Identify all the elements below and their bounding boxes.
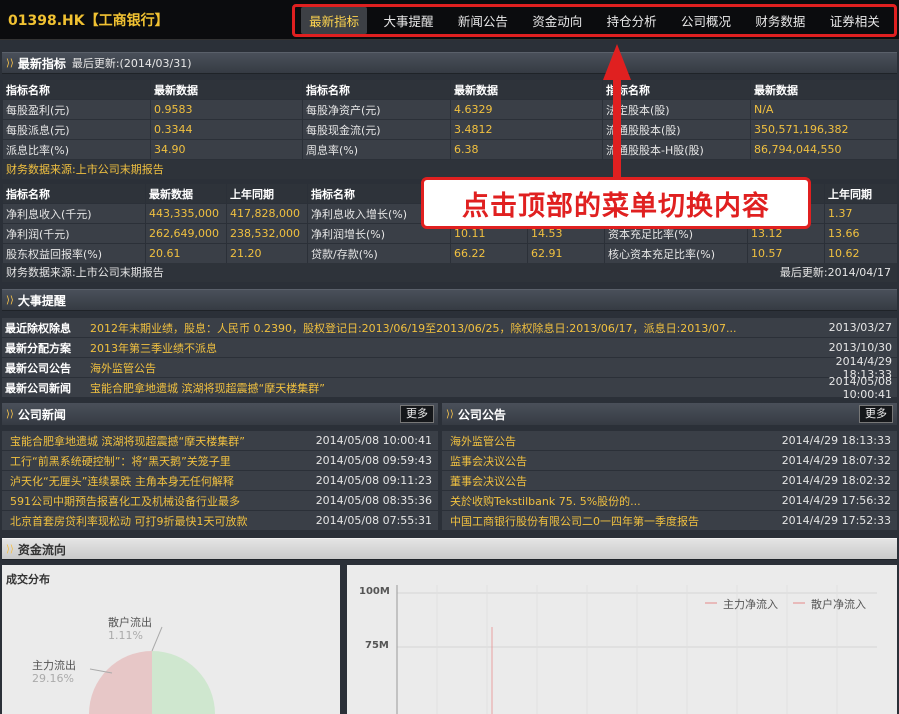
- notice-item[interactable]: 中国工商银行股份有限公司二0一四年第一季度报告 2014/4/29 17:52:3…: [442, 511, 897, 531]
- trade-distribution-panel: 成交分布 散户流出 1.11% 主力流出 29.16%: [2, 565, 340, 714]
- header-bar: 01398.HK【工商银行】 最新指标 大事提醒 新闻公告 资金动向 持仓分析 …: [0, 0, 899, 40]
- section-company-news: ⟩⟩ 公司新闻 更多: [2, 403, 438, 425]
- data-source-note: 财务数据来源:上市公司末期报告: [6, 266, 164, 279]
- news-item[interactable]: 工行“前黑系统硬控制”：将“黑天鹅”关笼子里 2014/05/08 09:59:4…: [2, 451, 438, 471]
- event-row[interactable]: 最新分配方案 2013年第三季业绩不派息 2013/10/30: [2, 338, 897, 358]
- table-row: 每股盈利(元) 0.9583 每股净资产(元) 4.6329 法定股本(股) N/A: [2, 99, 898, 120]
- section-company-notices: ⟩⟩ 公司公告 更多: [442, 403, 897, 425]
- event-row[interactable]: 最新公司新闻 宝能合肥拿地遗城 滨湖将现超震撼“摩天楼集群” 2014/05/08 …: [2, 375, 897, 401]
- news-item[interactable]: 591公司中期预告报喜化工及机械设备行业最多 2014/05/08 08:35:3…: [2, 491, 438, 511]
- y-tick-label: 100M: [359, 586, 390, 597]
- section-title: 大事提醒: [17, 293, 66, 308]
- main-outflow-label: 主力流出: [32, 659, 76, 672]
- label-leader-line: [151, 626, 163, 652]
- news-item[interactable]: 北京首套房贷利率现松动 可打9折最快1天可放款 2014/05/08 07:55:…: [2, 511, 438, 531]
- section-title: 最新指标: [17, 56, 66, 71]
- flow-chart-grid: [396, 585, 877, 714]
- instruction-callout: 点击顶部的菜单切换内容: [421, 177, 811, 229]
- chevron-right-icon: ⟩⟩: [6, 57, 14, 69]
- chevron-right-icon: ⟩⟩: [446, 408, 454, 420]
- notice-item[interactable]: 海外监管公告 2014/4/29 18:13:33: [442, 431, 897, 451]
- event-row[interactable]: 最新公司公告 海外监管公告 2014/4/29 18:13:33: [2, 355, 897, 381]
- menu-company-profile[interactable]: 公司概况: [673, 7, 739, 34]
- news-item[interactable]: 宝能合肥拿地遗城 滨湖将现超震撼“摩天楼集群” 2014/05/08 10:00:…: [2, 431, 438, 451]
- top-menu: 最新指标 大事提醒 新闻公告 资金动向 持仓分析 公司概况 财务数据 证券相关: [292, 4, 897, 37]
- chevron-right-icon: ⟩⟩: [6, 408, 14, 420]
- event-row[interactable]: 最近除权除息 2012年末期业绩，股息：人民币 0.2390，股权登记日:2013…: [2, 318, 897, 338]
- menu-holdings[interactable]: 持仓分析: [599, 7, 665, 34]
- notice-item[interactable]: 关於收购Tekstilbank 75. 5%股份的... 2014/4/29 17…: [442, 491, 897, 511]
- section-latest-indicators: ⟩⟩ 最新指标 最后更新:(2014/03/31): [2, 52, 897, 74]
- menu-securities[interactable]: 证券相关: [822, 7, 888, 34]
- menu-fund-flow[interactable]: 资金动向: [524, 7, 590, 34]
- updated-time: 最后更新:(2014/03/31): [71, 57, 192, 70]
- stock-title: 01398.HK【工商银行】: [8, 13, 169, 29]
- section-fund-flow: ⟩⟩ 资金流向: [2, 538, 897, 560]
- pie-slice-main-outflow: [152, 651, 215, 714]
- main-outflow-pct: 29.16%: [32, 672, 74, 685]
- retail-outflow-label: 散户流出: [108, 616, 152, 629]
- notice-item[interactable]: 董事会决议公告 2014/4/29 18:02:32: [442, 471, 897, 491]
- indicator-table-1: 指标名称 最新数据 指标名称 最新数据 指标名称 最新数据 每股盈利(元) 0.9583 每股…: [2, 79, 898, 160]
- pie-chart: [89, 626, 215, 714]
- pie-slice-retail-outflow: [89, 651, 152, 714]
- table-row: 股东权益回报率(%) 20.61 21.20 贷款/存款(%) 66.22 62.91 核心…: [2, 243, 898, 264]
- menu-news-notices[interactable]: 新闻公告: [450, 7, 516, 34]
- menu-latest-indicators[interactable]: 最新指标: [301, 7, 368, 34]
- section-events: ⟩⟩ 大事提醒: [2, 289, 897, 311]
- notice-item[interactable]: 监事会决议公告 2014/4/29 18:07:32: [442, 451, 897, 471]
- table-header-row: 指标名称 最新数据 指标名称 最新数据 指标名称 最新数据: [2, 79, 898, 100]
- table-row: 派息比率(%) 34.90 周息率(%) 6.38 流通股股本-H股(股) 86,794,…: [2, 139, 898, 160]
- news-more-button[interactable]: 更多: [400, 405, 434, 423]
- menu-events[interactable]: 大事提醒: [376, 7, 442, 34]
- chevron-right-icon: ⟩⟩: [6, 294, 14, 306]
- menu-financial-data[interactable]: 财务数据: [747, 7, 813, 34]
- table-row: 每股派息(元) 0.3344 每股现金流(元) 3.4812 流通股股本(股) 350,5…: [2, 119, 898, 140]
- legend-main-inflow: 主力净流入: [723, 598, 778, 611]
- chevron-right-icon: ⟩⟩: [6, 543, 14, 555]
- legend-retail-inflow: 散户净流入: [811, 598, 866, 611]
- fund-flow-chart-panel: 100M 75M 主力净流入 散户净流入: [347, 565, 897, 714]
- retail-outflow-pct: 1.11%: [108, 629, 143, 642]
- y-tick-label: 75M: [365, 640, 389, 651]
- notices-more-button[interactable]: 更多: [859, 405, 893, 423]
- news-item[interactable]: 泸天化“无厘头”连续暴跌 主角本身无任何解释 2014/05/08 09:11:2…: [2, 471, 438, 491]
- updated-time: 最后更新:2014/04/17: [779, 266, 891, 279]
- data-source-row: 财务数据来源:上市公司末期报告 最后更新:2014/04/17: [2, 263, 897, 282]
